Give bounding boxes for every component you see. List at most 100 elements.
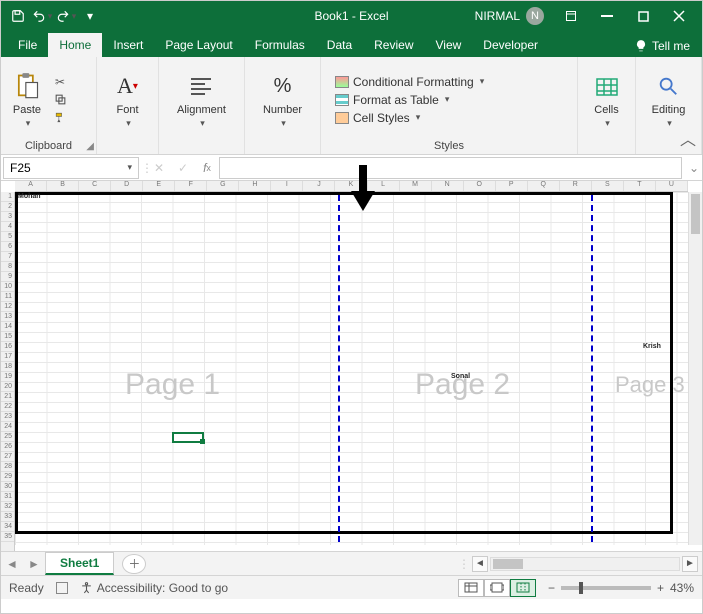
view-switcher: [458, 579, 536, 597]
close-button[interactable]: [662, 6, 696, 26]
formula-bar: F25 ▾ ⋮ ✕ ✓ fx ⌄: [1, 155, 702, 181]
sheet-nav-prev-icon[interactable]: ◄: [1, 557, 23, 571]
tab-review[interactable]: Review: [363, 33, 424, 57]
normal-view-button[interactable]: [458, 579, 484, 597]
row-headers[interactable]: 1234567891011121314151617181920212223242…: [1, 192, 15, 551]
cell-r16[interactable]: Krish: [643, 343, 661, 350]
undo-icon[interactable]: ▾: [31, 5, 53, 27]
tab-view[interactable]: View: [425, 33, 473, 57]
zoom-in-button[interactable]: +: [657, 581, 664, 595]
minimize-button[interactable]: [590, 6, 624, 26]
formula-input[interactable]: [219, 157, 682, 179]
status-ready: Ready: [9, 581, 44, 595]
format-as-table-button[interactable]: Format as Table▾: [333, 92, 451, 108]
group-styles: Conditional Formatting▾ Format as Table▾…: [321, 57, 578, 154]
format-as-table-label: Format as Table: [353, 93, 439, 107]
accessibility-status[interactable]: Accessibility: Good to go: [80, 581, 228, 595]
hscroll-right-icon[interactable]: ►: [682, 556, 698, 572]
quick-access-toolbar: ▾ ▾ ▾: [7, 5, 101, 27]
zoom-level[interactable]: 43%: [670, 581, 694, 595]
cell-a1[interactable]: Mohan: [18, 193, 41, 200]
tab-home[interactable]: Home: [48, 33, 102, 57]
tab-insert[interactable]: Insert: [102, 33, 154, 57]
lightbulb-icon: [634, 39, 648, 53]
alignment-button[interactable]: Alignment▾: [173, 68, 230, 131]
redo-icon[interactable]: ▾: [55, 5, 77, 27]
paste-label: Paste: [13, 104, 41, 116]
group-number: % Number▾: [245, 57, 321, 154]
number-button[interactable]: % Number▾: [259, 68, 306, 131]
tab-formulas[interactable]: Formulas: [244, 33, 316, 57]
insert-function-icon[interactable]: fx: [195, 157, 219, 179]
enter-edit-icon[interactable]: ✓: [171, 157, 195, 179]
page-layout-view-button[interactable]: [484, 579, 510, 597]
group-font: A▾ Font▾: [97, 57, 159, 154]
paste-button[interactable]: Paste▾: [7, 68, 47, 131]
sheet-nav-next-icon[interactable]: ►: [23, 557, 45, 571]
cell-styles-button[interactable]: Cell Styles▾: [333, 110, 422, 126]
sheet-tab-sheet1[interactable]: Sheet1: [45, 552, 114, 575]
active-cell[interactable]: [172, 432, 204, 443]
copy-icon[interactable]: [51, 92, 69, 108]
format-as-table-icon: [335, 94, 349, 106]
font-label: Font: [116, 104, 138, 116]
horizontal-scrollbar[interactable]: ⋮ ◄ ►: [146, 556, 702, 572]
macro-record-icon[interactable]: [56, 582, 68, 594]
tab-data[interactable]: Data: [316, 33, 363, 57]
maximize-button[interactable]: [626, 6, 660, 26]
cell-grid[interactable]: Page 1 Page 2 Page 3 Mohan Sonal Krish: [15, 192, 688, 545]
title-bar: ▾ ▾ ▾ Book1 - Excel NIRMAL N: [1, 1, 702, 31]
sheet-tab-bar: ◄ ► Sheet1 ＋ ⋮ ◄ ►: [1, 551, 702, 575]
conditional-formatting-icon: [335, 76, 349, 88]
page-break-1[interactable]: [338, 195, 340, 542]
clipboard-launcher-icon[interactable]: ◢: [86, 141, 94, 152]
clipboard-group-label: Clipboard: [25, 138, 72, 152]
cell-styles-label: Cell Styles: [353, 111, 410, 125]
hscroll-left-icon[interactable]: ◄: [472, 556, 488, 572]
styles-group-label: Styles: [327, 138, 571, 152]
number-label: Number: [263, 104, 302, 116]
accessibility-label: Accessibility: Good to go: [97, 581, 228, 595]
page-break-2[interactable]: [591, 195, 593, 542]
tab-page-layout[interactable]: Page Layout: [154, 33, 243, 57]
name-box-dropdown-icon[interactable]: ▾: [127, 162, 132, 173]
name-box[interactable]: F25 ▾: [3, 157, 139, 179]
group-clipboard: Paste▾ ✂ Clipboard ◢: [1, 57, 97, 154]
page-break-preview-button[interactable]: [510, 579, 536, 597]
format-painter-icon[interactable]: [51, 110, 69, 126]
column-headers[interactable]: ABCDEFGHIJKLMNOPQRSTU: [15, 181, 688, 192]
ribbon-body: Paste▾ ✂ Clipboard ◢ A▾ Font▾ Alignment▾…: [1, 57, 702, 155]
editing-button[interactable]: Editing▾: [648, 68, 690, 131]
tab-developer[interactable]: Developer: [472, 33, 549, 57]
print-area-border: [15, 192, 673, 534]
ribbon-display-icon[interactable]: [554, 6, 588, 26]
zoom-out-button[interactable]: −: [548, 581, 555, 595]
tab-file[interactable]: File: [7, 33, 48, 57]
expand-formula-bar-icon[interactable]: ⌄: [686, 161, 702, 175]
save-icon[interactable]: [7, 5, 29, 27]
new-sheet-button[interactable]: ＋: [122, 554, 146, 574]
cells-button[interactable]: Cells▾: [587, 68, 627, 131]
font-button[interactable]: A▾ Font▾: [108, 68, 148, 131]
avatar: N: [526, 7, 544, 25]
zoom-controls: − + 43%: [548, 581, 694, 595]
cell-n19[interactable]: Sonal: [451, 373, 470, 380]
vertical-scrollbar[interactable]: [688, 192, 702, 545]
conditional-formatting-button[interactable]: Conditional Formatting▾: [333, 74, 486, 90]
group-cells: Cells▾: [578, 57, 636, 154]
cancel-edit-icon[interactable]: ✕: [147, 157, 171, 179]
accessibility-icon: [80, 581, 93, 594]
user-name: NIRMAL: [475, 9, 520, 23]
tell-me-search[interactable]: Tell me: [622, 35, 702, 57]
collapse-ribbon-icon[interactable]: ︿: [680, 126, 696, 150]
cells-label: Cells: [594, 104, 618, 116]
name-box-value: F25: [10, 161, 31, 175]
alignment-label: Alignment: [177, 104, 226, 116]
zoom-slider[interactable]: [561, 586, 651, 590]
cut-icon[interactable]: ✂: [51, 74, 69, 90]
qat-customize-icon[interactable]: ▾: [79, 5, 101, 27]
ribbon-tabs: File Home Insert Page Layout Formulas Da…: [1, 31, 702, 57]
account-area[interactable]: NIRMAL N: [475, 7, 544, 25]
tell-me-label: Tell me: [652, 39, 690, 53]
worksheet-area[interactable]: ABCDEFGHIJKLMNOPQRSTU 123456789101112131…: [1, 181, 702, 551]
